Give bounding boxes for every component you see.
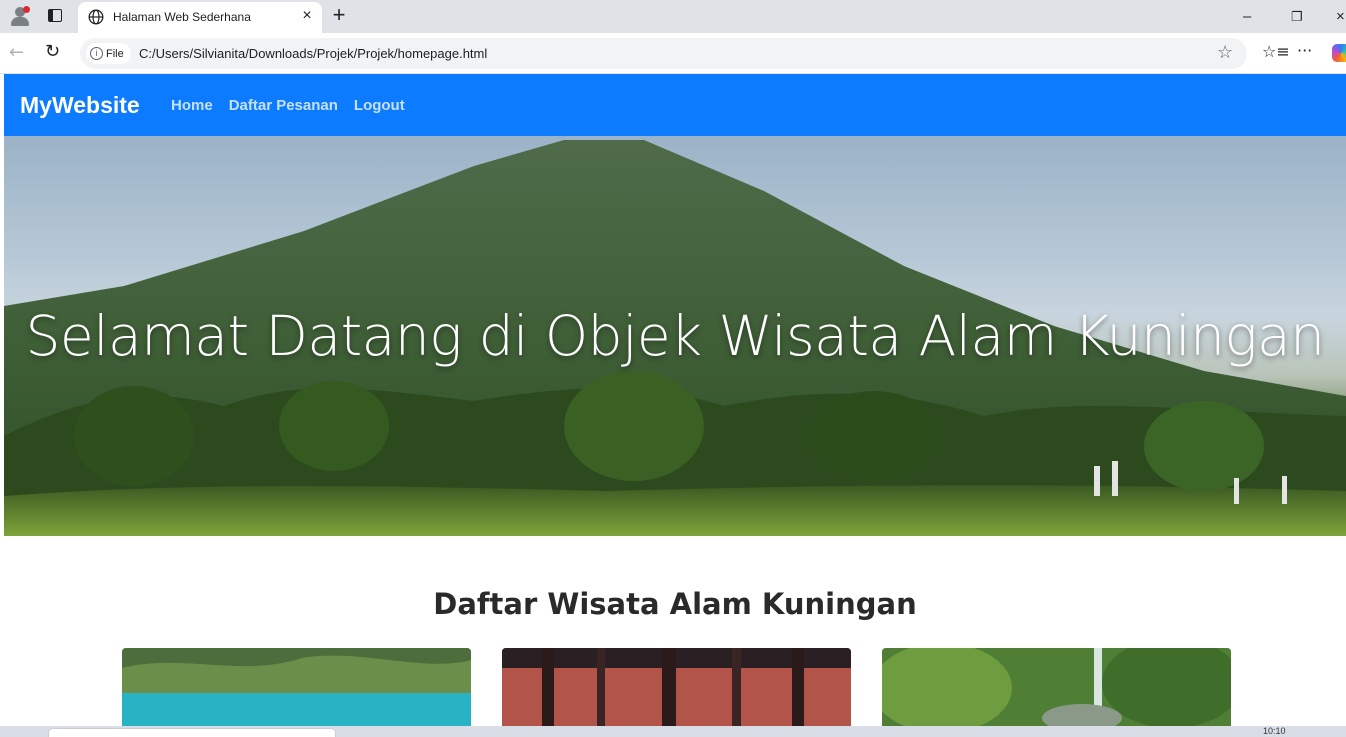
site-navbar: MyWebsite Home Daftar Pesanan Logout [4, 74, 1346, 136]
web-page: MyWebsite Home Daftar Pesanan Logout Sel… [4, 74, 1346, 726]
forest-photo [502, 648, 851, 726]
lake-photo [122, 648, 471, 726]
site-info-label: File [106, 47, 124, 60]
nav-link-daftar-pesanan[interactable]: Daftar Pesanan [229, 97, 338, 114]
section-title: Daftar Wisata Alam Kuningan [433, 587, 917, 621]
address-bar-row: ← ↻ i File C:/Users/Silvianita/Downloads… [0, 33, 1346, 74]
back-icon[interactable]: ← [9, 42, 24, 63]
omnibox[interactable]: i File C:/Users/Silvianita/Downloads/Pro… [80, 38, 1247, 69]
destination-card-forest[interactable] [502, 648, 851, 726]
new-tab-button[interactable]: + [328, 2, 350, 28]
destination-card-waterfall[interactable] [882, 648, 1231, 726]
destination-card-lake[interactable] [122, 648, 471, 726]
favorites-icon[interactable]: ☆≡ [1262, 42, 1290, 61]
browser-tab-strip: Halaman Web Sederhana × + – ❐ × [0, 0, 1346, 33]
restore-button[interactable]: ❐ [1291, 9, 1303, 25]
more-icon[interactable]: ··· [1297, 41, 1312, 60]
nav-link-logout[interactable]: Logout [354, 97, 405, 114]
waterfall-photo [882, 648, 1231, 726]
reload-icon[interactable]: ↻ [45, 41, 60, 62]
hero-title: Selamat Datang di Objek Wisata Alam Kuni… [25, 304, 1325, 368]
site-info-chip[interactable]: i File [86, 43, 131, 64]
url-text[interactable]: C:/Users/Silvianita/Downloads/Projek/Pro… [139, 46, 487, 61]
star-icon[interactable]: ☆ [1217, 42, 1233, 63]
taskbar-clock: 10:10 [1263, 726, 1286, 736]
site-brand[interactable]: MyWebsite [20, 92, 140, 119]
info-icon: i [90, 47, 103, 60]
window-close-button[interactable]: × [1336, 8, 1345, 25]
globe-icon [88, 9, 104, 25]
tab-close-icon[interactable]: × [298, 7, 316, 25]
hero-banner: Selamat Datang di Objek Wisata Alam Kuni… [4, 136, 1346, 536]
browser-tab[interactable]: Halaman Web Sederhana × [78, 2, 322, 33]
taskbar-search-box[interactable] [48, 728, 336, 737]
minimize-button[interactable]: – [1243, 8, 1251, 25]
profile-icon[interactable] [10, 6, 30, 26]
tab-title: Halaman Web Sederhana [113, 10, 251, 24]
os-taskbar: 10:10 [0, 726, 1346, 737]
copilot-icon[interactable] [1332, 44, 1346, 62]
nav-links: Home Daftar Pesanan Logout [171, 97, 405, 114]
tab-actions-icon[interactable] [48, 9, 62, 22]
nav-link-home[interactable]: Home [171, 97, 213, 114]
